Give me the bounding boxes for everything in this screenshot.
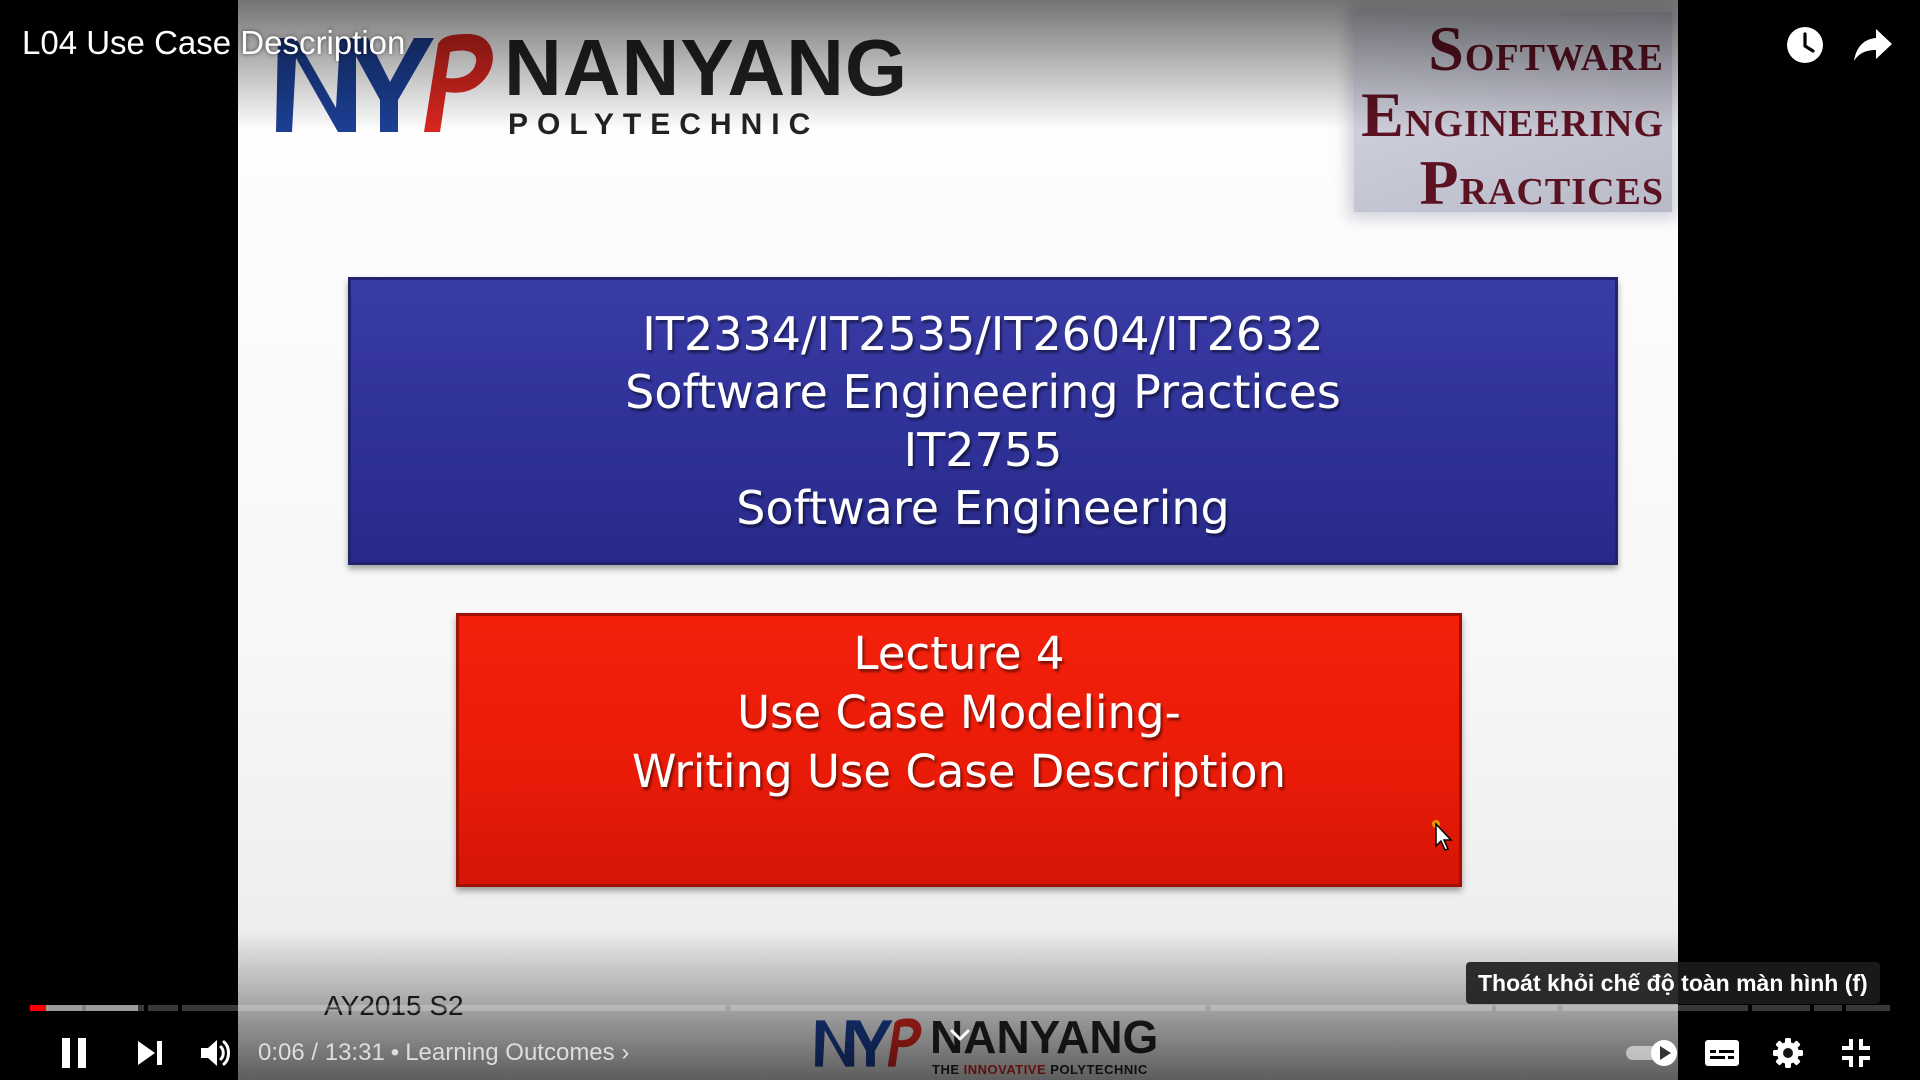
chapter-segment[interactable] xyxy=(182,1005,726,1011)
course-name-2: Software Engineering xyxy=(736,481,1230,535)
course-name-1: Software Engineering Practices xyxy=(625,365,1341,419)
played-bar xyxy=(30,1005,46,1011)
chapter-segment[interactable] xyxy=(1496,1005,1558,1011)
subtitles-button[interactable] xyxy=(1694,1026,1750,1080)
logo-subtitle: POLYTECHNIC xyxy=(508,108,820,141)
chapter-separator: • xyxy=(390,1039,400,1066)
duration: 13:31 xyxy=(324,1039,385,1066)
settings-icon xyxy=(1773,1038,1803,1068)
chapter-segment[interactable] xyxy=(1562,1005,1748,1011)
chapter-segment[interactable] xyxy=(148,1005,178,1011)
mouse-cursor-icon xyxy=(1432,820,1453,851)
sep-line-software: SOFTWARE xyxy=(1428,13,1664,84)
chapter-segment[interactable] xyxy=(1752,1005,1810,1011)
watch-later-button[interactable] xyxy=(1780,20,1830,70)
share-icon xyxy=(1854,29,1892,61)
buffered-bar xyxy=(30,1005,138,1011)
lecture-subtopic: Writing Use Case Description xyxy=(631,745,1287,798)
video-title[interactable]: L04 Use Case Description xyxy=(22,24,405,62)
share-button[interactable] xyxy=(1848,20,1898,70)
volume-icon xyxy=(201,1040,230,1066)
chapter-segment[interactable] xyxy=(1210,1005,1492,1011)
logo-name: NANYANG xyxy=(504,23,909,112)
autoplay-toggle[interactable] xyxy=(1622,1026,1682,1080)
video-frame[interactable]: NANYANG POLYTECHNIC SOFTWARE ENGINEERING… xyxy=(238,0,1678,1080)
fullscreen-tooltip: Thoát khỏi chế độ toàn màn hình (f) xyxy=(1466,962,1880,1004)
progress-bar[interactable] xyxy=(30,1005,1890,1011)
mute-button[interactable] xyxy=(190,1026,242,1080)
course-codes: IT2334/IT2535/IT2604/IT2632 xyxy=(642,307,1324,361)
pause-icon xyxy=(62,1038,86,1068)
control-bar: 0:06 / 13:31 • Learning Outcomes › xyxy=(0,1026,1920,1080)
lecture-title-box: Lecture 4 Use Case Modeling- Writing Use… xyxy=(456,613,1462,887)
chevron-right-icon: › xyxy=(621,1039,630,1066)
exit-fullscreen-icon xyxy=(1842,1039,1870,1067)
course-title-box: IT2334/IT2535/IT2604/IT2632 Software Eng… xyxy=(348,277,1618,565)
chapter-segment[interactable] xyxy=(730,1005,1206,1011)
lecture-topic: Use Case Modeling- xyxy=(737,686,1181,739)
time-separator: / xyxy=(304,1039,325,1066)
sep-line-engineering: ENGINEERING xyxy=(1361,79,1664,150)
next-icon xyxy=(138,1041,162,1065)
chapter-title-button[interactable]: Learning Outcomes › xyxy=(405,1039,629,1066)
lecture-number: Lecture 4 xyxy=(853,627,1065,680)
current-time: 0:06 xyxy=(258,1039,305,1066)
chapter-segment[interactable] xyxy=(1814,1005,1842,1011)
subtitles-icon xyxy=(1705,1040,1739,1066)
watch-later-icon xyxy=(1787,27,1823,63)
video-player[interactable]: NANYANG POLYTECHNIC SOFTWARE ENGINEERING… xyxy=(0,0,1920,1080)
autoplay-toggle-icon xyxy=(1626,1040,1677,1066)
exit-fullscreen-button[interactable] xyxy=(1830,1026,1882,1080)
time-display: 0:06 / 13:31 • Learning Outcomes › xyxy=(258,1026,629,1080)
chapter-segment[interactable] xyxy=(1846,1005,1890,1011)
next-button[interactable] xyxy=(124,1026,176,1080)
pause-button[interactable] xyxy=(48,1026,100,1080)
settings-button[interactable] xyxy=(1762,1026,1814,1080)
chapter-title: Learning Outcomes xyxy=(405,1039,615,1066)
course-code-2: IT2755 xyxy=(903,423,1063,477)
sep-title-box: SOFTWARE ENGINEERING PRACTICES xyxy=(1354,12,1672,218)
sep-line-practices: PRACTICES xyxy=(1419,147,1664,218)
